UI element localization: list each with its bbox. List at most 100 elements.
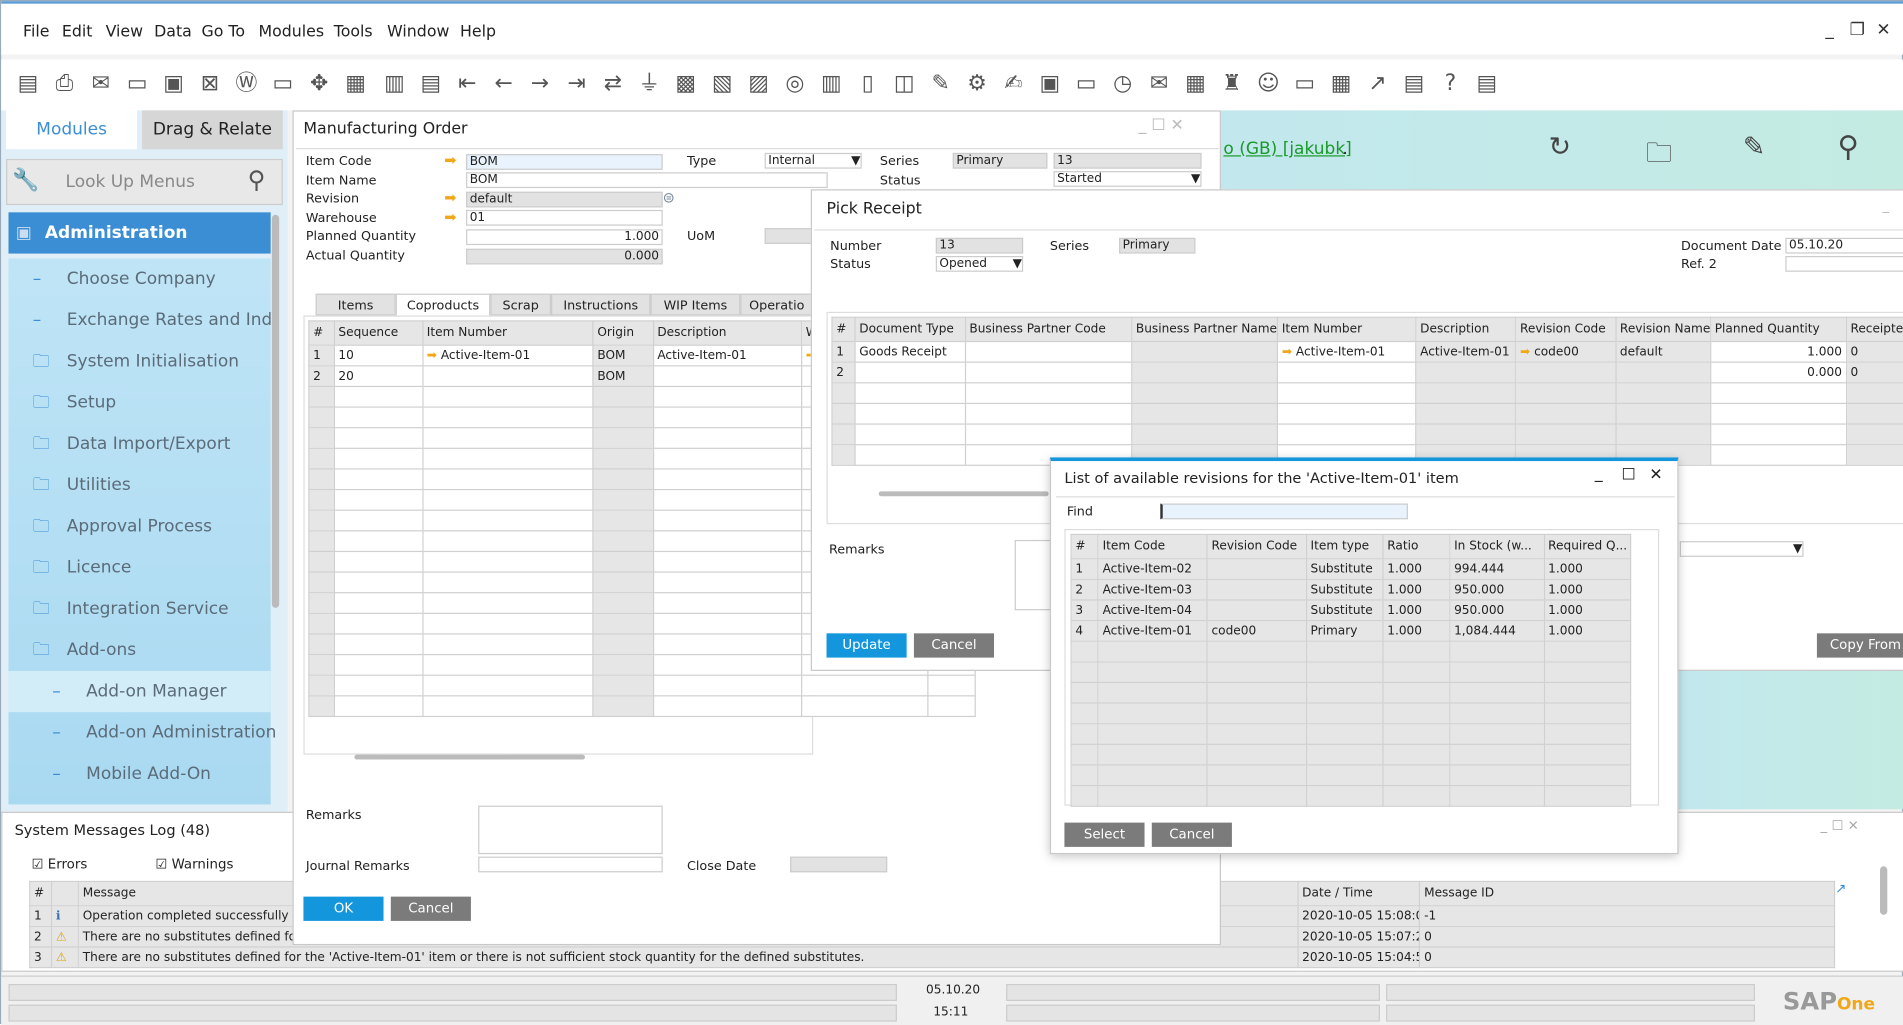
h-scrollbar[interactable] bbox=[878, 491, 1049, 497]
table-cell[interactable]: 0 bbox=[1845, 361, 1903, 384]
column-header[interactable]: Item Number bbox=[421, 320, 594, 346]
table-cell[interactable]: default bbox=[1615, 340, 1712, 363]
table-cell[interactable] bbox=[1277, 361, 1417, 384]
menu-item-mobile-add-on[interactable]: – Mobile Add-On bbox=[8, 753, 270, 794]
last-icon[interactable]: ⇥ bbox=[562, 69, 591, 98]
window-icon[interactable]: ▦ bbox=[1327, 69, 1356, 98]
table-cell[interactable]: 10 bbox=[333, 344, 424, 367]
column-header[interactable]: Required Q... bbox=[1543, 533, 1632, 560]
menu-modules[interactable]: Modules bbox=[259, 23, 325, 41]
print-icon[interactable]: ⎙ bbox=[50, 69, 79, 98]
menu-window[interactable]: Window bbox=[387, 23, 449, 41]
table-cell[interactable]: Active-Item-01 bbox=[1097, 619, 1208, 642]
menu-item-add-ons[interactable]: 🗀 Add-ons bbox=[8, 630, 270, 671]
column-header[interactable]: Business Partner Code bbox=[964, 316, 1133, 343]
link-arrow-icon[interactable]: ➡ bbox=[444, 209, 456, 226]
table-cell[interactable]: ➡ Active-Item-01 bbox=[421, 344, 594, 367]
next-icon[interactable]: → bbox=[526, 69, 555, 98]
module-header-administration[interactable]: ▣ Administration bbox=[8, 212, 271, 254]
table-cell[interactable] bbox=[1206, 558, 1307, 580]
column-header[interactable]: Description bbox=[1415, 316, 1517, 343]
table-cell[interactable]: 1.000 bbox=[1543, 619, 1632, 642]
folder-icon[interactable]: 🗀 bbox=[1646, 132, 1673, 178]
column-header[interactable]: # bbox=[29, 880, 53, 907]
log-row[interactable]: 3 ⚠ There are no substitutes defined for t… bbox=[29, 946, 1836, 969]
table-row[interactable]: 1 Goods Receipt ➡ Active-Item-01 Active-Ite… bbox=[831, 340, 1903, 363]
alerts-icon[interactable]: ◷ bbox=[1108, 69, 1137, 98]
settings-icon[interactable]: ◫ bbox=[890, 69, 919, 98]
column-header[interactable]: # bbox=[831, 316, 856, 343]
search-icon[interactable]: ⚲ bbox=[1838, 130, 1859, 164]
menu-item-licence[interactable]: 🗀 Licence bbox=[8, 547, 270, 588]
column-header[interactable]: Item type bbox=[1305, 533, 1384, 560]
fax-icon[interactable]: ▣ bbox=[159, 69, 188, 98]
column-header[interactable]: # bbox=[1070, 533, 1099, 560]
first-icon[interactable]: ⇤ bbox=[453, 69, 482, 98]
tab-operatio[interactable]: Operatio bbox=[740, 293, 814, 316]
table-cell[interactable]: 0 bbox=[1845, 340, 1903, 363]
org-icon[interactable]: ☺ bbox=[1254, 69, 1283, 98]
previous-icon[interactable]: ← bbox=[489, 69, 518, 98]
column-header[interactable]: Sequence bbox=[333, 320, 424, 346]
table-cell[interactable]: Substitute bbox=[1305, 578, 1384, 601]
type-dropdown[interactable]: Internal ▼ bbox=[764, 152, 862, 169]
table-cell[interactable]: 1 bbox=[831, 340, 856, 363]
messages-icon[interactable]: ▭ bbox=[1072, 69, 1101, 98]
tab-modules[interactable]: Modules bbox=[6, 110, 138, 150]
minimize-icon[interactable]: _ bbox=[1825, 21, 1833, 40]
table-row[interactable]: 1 Active-Item-02 Substitute 1.000 994.444 1.0… bbox=[1070, 558, 1632, 580]
refresh-icon[interactable]: ↻ bbox=[1549, 132, 1571, 162]
draw-icon[interactable]: ▤ bbox=[1399, 69, 1428, 98]
tab-wip-items[interactable]: WIP Items bbox=[650, 293, 741, 316]
calendar-icon[interactable]: ♜ bbox=[1217, 69, 1246, 98]
table-cell[interactable]: Substitute bbox=[1305, 558, 1384, 580]
table-cell[interactable]: Primary bbox=[1305, 619, 1384, 642]
menu-tools[interactable]: Tools bbox=[334, 23, 373, 41]
table-cell[interactable]: 20 bbox=[333, 365, 424, 388]
menu-edit[interactable]: Edit bbox=[62, 23, 93, 41]
table-cell[interactable]: 950.000 bbox=[1449, 599, 1545, 622]
column-header[interactable]: # bbox=[308, 320, 335, 346]
copy-from-button[interactable]: Copy From bbox=[1816, 633, 1903, 658]
table-cell[interactable]: 994.444 bbox=[1449, 558, 1545, 580]
column-header[interactable] bbox=[51, 880, 80, 907]
table-cell[interactable] bbox=[854, 361, 966, 384]
column-header[interactable]: Origin bbox=[592, 320, 654, 346]
mail-icon[interactable]: ▦ bbox=[1181, 69, 1210, 98]
table-cell[interactable] bbox=[1206, 599, 1307, 622]
sidebar-scrollbar[interactable] bbox=[271, 214, 280, 608]
menu-item-approval-process[interactable]: 🗀 Approval Process bbox=[8, 506, 270, 547]
status-dropdown[interactable]: Started ▼ bbox=[1053, 171, 1202, 187]
add-icon[interactable]: ▤ bbox=[416, 69, 445, 98]
table-cell[interactable] bbox=[1131, 340, 1279, 363]
warehouse-field[interactable]: 01 bbox=[466, 209, 663, 226]
time-icon[interactable]: ✉ bbox=[1145, 69, 1174, 98]
link-arrow-icon[interactable]: ➡ bbox=[427, 349, 441, 362]
column-header[interactable]: Item Code bbox=[1097, 533, 1208, 560]
table-cell[interactable] bbox=[652, 365, 803, 388]
table-cell[interactable]: 1,084.444 bbox=[1449, 619, 1545, 642]
table-row[interactable]: 3 Active-Item-04 Substitute 1.000 950.000 1.0… bbox=[1070, 599, 1632, 622]
tab-coproducts[interactable]: Coproducts bbox=[395, 293, 491, 316]
document-date-field[interactable]: 05.10.20 bbox=[1785, 237, 1903, 254]
target-doc-icon[interactable]: ▨ bbox=[744, 69, 773, 98]
journal-remarks-field[interactable] bbox=[478, 856, 663, 873]
table-cell[interactable]: 1.000 bbox=[1543, 599, 1632, 622]
help-icon[interactable]: ▤ bbox=[1472, 69, 1501, 98]
dropdown[interactable]: ▼ bbox=[1679, 541, 1804, 557]
table-cell[interactable]: Goods Receipt bbox=[854, 340, 966, 363]
table-cell[interactable]: BOM bbox=[592, 365, 654, 388]
series-field[interactable]: Primary bbox=[952, 152, 1048, 169]
close-date-field[interactable] bbox=[790, 856, 888, 873]
table-row[interactable]: 2 Active-Item-03 Substitute 1.000 950.000 1.0… bbox=[1070, 578, 1632, 601]
volume-icon[interactable]: ▯ bbox=[853, 69, 882, 98]
sort-icon[interactable]: ▩ bbox=[671, 69, 700, 98]
filter-icon[interactable]: ⏚ bbox=[635, 69, 664, 98]
edit-icon[interactable]: ⚙ bbox=[962, 69, 991, 98]
link-arrow-icon[interactable]: ➡ bbox=[1520, 345, 1534, 358]
window-controls[interactable]: _ ☐ ✕ bbox=[1138, 116, 1183, 134]
expand-icon[interactable]: ↗ bbox=[1835, 881, 1846, 897]
table-cell[interactable] bbox=[1131, 361, 1279, 384]
minimize-icon[interactable]: _ bbox=[1595, 465, 1603, 483]
log-scrollbar[interactable] bbox=[1880, 866, 1888, 915]
